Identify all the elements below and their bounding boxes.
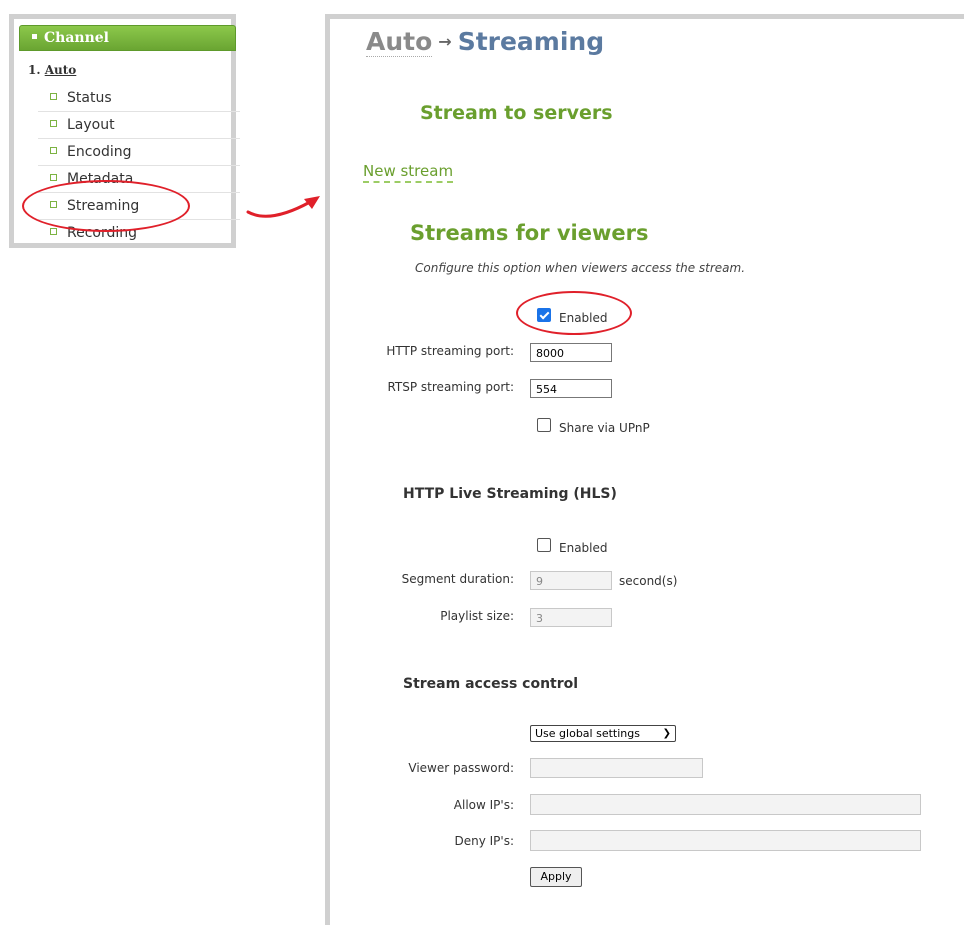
channel-header-label: Channel	[44, 30, 109, 46]
annotation-circle-streaming	[22, 180, 190, 232]
panel-border	[325, 14, 330, 925]
channel-link[interactable]: Auto	[45, 63, 77, 77]
access-mode-selected: Use global settings	[535, 727, 640, 740]
segment-duration-label: Segment duration:	[401, 572, 514, 586]
rtsp-port-label: RTSP streaming port:	[387, 380, 514, 394]
upnp-checkbox[interactable]	[537, 418, 551, 432]
chevron-down-icon: ❯	[662, 728, 671, 739]
sidebar-item-encoding[interactable]: Encoding	[38, 139, 240, 166]
access-mode-select[interactable]: Use global settings ❯	[530, 725, 676, 742]
channel-number: 1.	[28, 63, 41, 77]
viewers-note: Configure this option when viewers acces…	[415, 261, 746, 275]
square-bullet-icon	[50, 146, 57, 154]
annotation-circle-enabled	[516, 291, 632, 335]
allow-ips-label: Allow IP's:	[453, 798, 514, 812]
rtsp-port-input[interactable]: 554	[530, 379, 612, 398]
playlist-size-input[interactable]: 3	[530, 608, 612, 627]
access-control-heading: Stream access control	[403, 676, 579, 692]
page-title: Streaming	[457, 27, 605, 56]
deny-ips-label: Deny IP's:	[454, 834, 514, 848]
hls-heading: HTTP Live Streaming (HLS)	[403, 486, 617, 502]
bullet-icon	[32, 33, 37, 39]
stream-to-servers-heading: Stream to servers	[420, 102, 613, 124]
sidebar-item-status[interactable]: Status	[38, 85, 240, 112]
http-port-input[interactable]: 8000	[530, 343, 612, 362]
square-bullet-icon	[50, 173, 57, 181]
hls-enabled-label: Enabled	[559, 541, 608, 555]
panel-border	[325, 14, 964, 19]
segment-duration-input[interactable]: 9	[530, 571, 612, 590]
viewer-password-input[interactable]	[530, 758, 703, 778]
arrow-right-icon: →	[438, 32, 452, 51]
deny-ips-input[interactable]	[530, 830, 921, 851]
segment-unit-label: second(s)	[619, 574, 678, 588]
allow-ips-input[interactable]	[530, 794, 921, 815]
playlist-size-label: Playlist size:	[440, 609, 514, 623]
apply-button[interactable]: Apply	[530, 867, 582, 887]
sidebar-item-label: Encoding	[67, 144, 132, 160]
channel-title: 1. Auto	[28, 63, 76, 77]
breadcrumb-parent[interactable]: Auto	[366, 27, 433, 57]
sidebar-item-layout[interactable]: Layout	[38, 112, 240, 139]
sidebar-item-label: Layout	[67, 117, 115, 133]
square-bullet-icon	[50, 119, 57, 127]
streams-for-viewers-heading: Streams for viewers	[410, 221, 649, 245]
upnp-label: Share via UPnP	[559, 421, 650, 435]
square-bullet-icon	[50, 227, 57, 235]
http-port-label: HTTP streaming port:	[386, 344, 514, 358]
annotation-arrow-icon	[246, 196, 320, 218]
channel-header: Channel	[19, 25, 236, 51]
breadcrumb: Auto → Streaming	[366, 27, 605, 57]
hls-enabled-checkbox[interactable]	[537, 538, 551, 552]
viewer-password-label: Viewer password:	[408, 761, 514, 775]
new-stream-link[interactable]: New stream	[363, 162, 454, 183]
square-bullet-icon	[50, 92, 57, 100]
sidebar-item-label: Status	[67, 90, 112, 106]
